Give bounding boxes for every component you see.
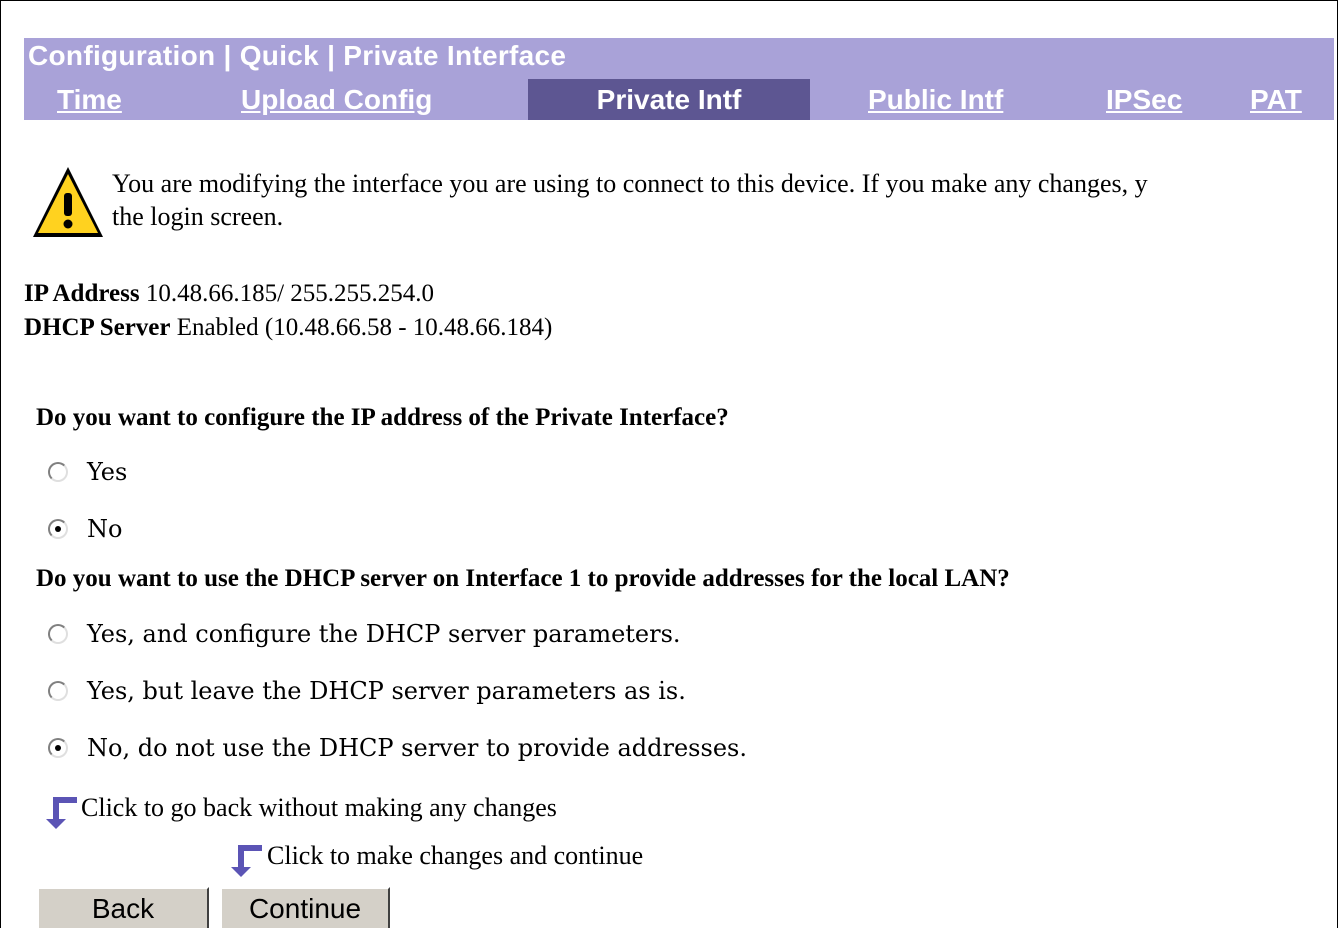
warning-triangle-icon [33, 167, 103, 237]
radio-option-dhcp-leave[interactable]: Yes, but leave the DHCP server parameter… [48, 674, 686, 708]
dhcp-server-label: DHCP Server [24, 314, 171, 341]
ip-address-value: 10.48.66.185/ 255.255.254.0 [145, 280, 435, 307]
ip-address-row: IP Address 10.48.66.185/ 255.255.254.0 [24, 280, 434, 308]
tab-pat[interactable]: PAT [1250, 79, 1302, 120]
radio-dhcp-leave[interactable] [48, 681, 68, 701]
tab-public-intf[interactable]: Public Intf [868, 79, 1003, 120]
radio-label: No, do not use the DHCP server to provid… [87, 734, 747, 762]
down-arrow-icon [231, 845, 262, 877]
tab-private-intf[interactable]: Private Intf [528, 79, 810, 120]
warning-line-1: You are modifying the interface you are … [112, 169, 1148, 198]
radio-option-dhcp-no[interactable]: No, do not use the DHCP server to provid… [48, 731, 747, 765]
radio-dhcp-configure[interactable] [48, 624, 68, 644]
tab-upload-config[interactable]: Upload Config [241, 79, 432, 120]
page-frame: Configuration | Quick | Private Interfac… [0, 0, 1338, 928]
question-configure-ip: Do you want to configure the IP address … [36, 404, 729, 431]
warning-message: You are modifying the interface you are … [112, 167, 1337, 233]
radio-ip-yes[interactable] [48, 462, 68, 482]
tab-ipsec[interactable]: IPSec [1106, 79, 1182, 120]
radio-label: Yes, and configure the DHCP server param… [87, 620, 681, 648]
down-arrow-icon [46, 797, 77, 829]
dhcp-server-value: Enabled (10.48.66.58 - 10.48.66.184) [176, 314, 553, 341]
dhcp-server-row: DHCP Server Enabled (10.48.66.58 - 10.48… [24, 314, 552, 342]
radio-ip-no[interactable] [48, 519, 68, 539]
radio-option-ip-no[interactable]: No [48, 512, 122, 546]
continue-hint-text: Click to make changes and continue [267, 841, 644, 870]
tab-time[interactable]: Time [57, 79, 122, 120]
page-title: Configuration | Quick | Private Interfac… [28, 40, 567, 71]
radio-label: No [87, 515, 123, 543]
back-hint: Click to go back without making any chan… [43, 793, 557, 831]
continue-hint: Click to make changes and continue [227, 841, 643, 879]
radio-option-ip-yes[interactable]: Yes [48, 455, 127, 489]
back-button[interactable]: Back [37, 887, 209, 928]
radio-label: Yes [87, 458, 128, 486]
question-dhcp-server: Do you want to use the DHCP server on In… [36, 565, 1010, 592]
continue-button[interactable]: Continue [220, 887, 390, 928]
header-bar: Configuration | Quick | Private Interfac… [24, 38, 1334, 120]
radio-label: Yes, but leave the DHCP server parameter… [87, 677, 686, 705]
ip-address-label: IP Address [24, 280, 140, 307]
radio-option-dhcp-configure[interactable]: Yes, and configure the DHCP server param… [48, 617, 681, 651]
radio-dhcp-no[interactable] [48, 738, 68, 758]
back-hint-text: Click to go back without making any chan… [81, 793, 557, 822]
warning-line-2: the login screen. [112, 202, 284, 231]
